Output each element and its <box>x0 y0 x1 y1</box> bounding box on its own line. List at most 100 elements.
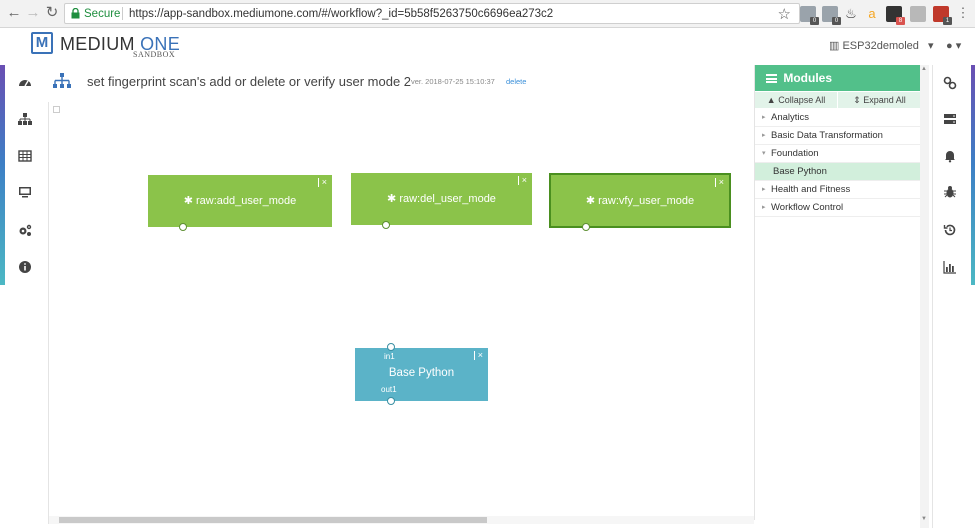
amazon-extension-icon[interactable]: a <box>864 6 880 22</box>
close-icon[interactable]: × <box>473 351 483 360</box>
server-icon[interactable] <box>943 112 957 126</box>
extension-badge: 0 <box>810 17 819 25</box>
output-port[interactable] <box>582 223 590 231</box>
workflow-title[interactable]: set fingerprint scan's add or delete or … <box>87 74 411 89</box>
chevron-right-icon: ▸ <box>762 114 766 121</box>
monitor-icon[interactable] <box>18 185 32 199</box>
node-label: ✱ raw:del_user_mode <box>387 193 496 205</box>
sidebar-accent <box>0 65 5 285</box>
close-icon[interactable]: × <box>517 176 527 185</box>
chevron-right-icon: ▸ <box>762 132 766 139</box>
module-label: Base Python <box>773 166 827 177</box>
modules-header: Modules <box>755 65 921 91</box>
horizontal-scrollbar[interactable] <box>49 516 754 524</box>
workflow-title-bar: set fingerprint scan's add or delete or … <box>48 65 752 101</box>
node-label: Base Python <box>388 367 455 379</box>
extension-icon-5[interactable]: 8 <box>886 6 905 25</box>
module-label: Foundation <box>771 148 819 159</box>
workflow-version: ver. 2018-07-25 15:10:37 <box>411 77 495 86</box>
module-category-foundation[interactable]: ▾ Foundation <box>755 145 921 163</box>
canvas-checkbox[interactable] <box>53 106 60 113</box>
module-base-python[interactable]: Base Python <box>755 163 921 181</box>
bookmark-star-icon[interactable]: ☆ <box>778 5 791 23</box>
browser-menu-icon[interactable]: ⋮ <box>955 5 971 21</box>
workflow-tree-icon[interactable] <box>18 112 32 126</box>
extension-icon-1[interactable]: 0 <box>800 6 819 25</box>
reload-icon[interactable]: ↻ <box>44 5 60 21</box>
browser-toolbar: ← → ↻ Secure https://app-sandbox.mediumo… <box>0 0 975 28</box>
info-icon[interactable] <box>18 260 32 274</box>
user-icon: ● <box>946 40 953 52</box>
output-port[interactable] <box>387 397 395 405</box>
close-icon[interactable]: × <box>714 178 724 187</box>
output-port-label: out1 <box>381 385 397 394</box>
sidebar-accent <box>971 65 975 285</box>
extension-badge: 1 <box>943 17 952 25</box>
extension-icon-6[interactable] <box>910 6 926 22</box>
output-port[interactable] <box>179 223 187 231</box>
building-icon: ▥ <box>829 40 840 52</box>
extension-icon-2[interactable]: 0 <box>822 6 841 25</box>
bug-icon[interactable] <box>943 185 957 199</box>
chevron-down-icon: ▾ <box>762 150 766 157</box>
modules-title: Modules <box>783 71 833 85</box>
scrollbar-thumb[interactable] <box>59 517 487 523</box>
url-separator <box>122 7 123 20</box>
workflow-canvas[interactable]: × ✱ raw:add_user_mode × ✱ raw:del_user_m… <box>48 102 754 524</box>
workflow-icon <box>53 73 71 88</box>
url-text[interactable]: https://app-sandbox.mediumone.com/#/work… <box>129 8 553 20</box>
account-name: ESP32demoled <box>842 40 919 52</box>
input-port-label: in1 <box>384 352 395 361</box>
list-icon <box>766 74 777 83</box>
module-category-workflow-control[interactable]: ▸ Workflow Control <box>755 199 921 217</box>
node-base-python[interactable]: in1 × Base Python out1 <box>355 343 488 405</box>
expand-all-button[interactable]: ⇕ Expand All <box>838 92 921 108</box>
app-header: M MEDIUM ONE SANDBOX ▥ ESP32demoled ▾ ● … <box>0 29 975 64</box>
modules-toolbar: ▲ Collapse All ⇕ Expand All <box>755 92 921 108</box>
bell-icon[interactable] <box>943 149 957 163</box>
module-label: Basic Data Transformation <box>771 130 883 141</box>
logo-icon: M <box>31 32 53 54</box>
chevron-down-icon: ▾ <box>955 40 962 52</box>
settings-gears-icon[interactable] <box>18 223 32 237</box>
extension-badge: 0 <box>832 17 841 25</box>
table-icon[interactable] <box>18 149 32 163</box>
module-category-analytics[interactable]: ▸ Analytics <box>755 109 921 127</box>
back-icon[interactable]: ← <box>6 5 22 21</box>
forward-icon[interactable]: → <box>25 5 41 21</box>
account-selector[interactable]: ▥ ESP32demoled ▾ <box>829 39 934 52</box>
node-label: ✱ raw:add_user_mode <box>183 195 297 207</box>
flame-extension-icon[interactable]: ♨ <box>843 6 859 22</box>
modules-scrollbar[interactable] <box>920 65 929 528</box>
module-category-basic-data-transformation[interactable]: ▸ Basic Data Transformation <box>755 127 921 145</box>
left-sidebar <box>0 65 41 528</box>
lock-icon <box>71 8 80 19</box>
input-port[interactable] <box>387 343 395 351</box>
chevron-right-icon: ▸ <box>762 204 766 211</box>
delete-workflow-link[interactable]: delete <box>506 77 526 86</box>
node-raw-vfy-user-mode[interactable]: × ✱ raw:vfy_user_mode <box>549 173 731 231</box>
address-bar[interactable]: Secure https://app-sandbox.mediumone.com… <box>64 3 800 24</box>
user-menu[interactable]: ● ▾ <box>946 39 961 52</box>
scroll-down-icon[interactable]: ▼ <box>921 516 927 522</box>
node-raw-del-user-mode[interactable]: × ✱ raw:del_user_mode <box>351 173 532 229</box>
dashboard-icon[interactable] <box>18 76 32 90</box>
modules-panel: Modules ▲ Collapse All ⇕ Expand All ▸ An… <box>754 65 921 520</box>
module-label: Analytics <box>771 112 810 123</box>
shield-extension-icon[interactable]: 1 <box>933 6 952 25</box>
logo-medium: MEDIUM <box>60 34 135 54</box>
bar-chart-icon[interactable] <box>943 260 957 274</box>
secure-label: Secure <box>84 8 121 20</box>
chevron-down-icon: ▾ <box>927 40 934 52</box>
collapse-all-button[interactable]: ▲ Collapse All <box>755 92 838 108</box>
node-raw-add-user-mode[interactable]: × ✱ raw:add_user_mode <box>148 175 332 231</box>
link-icon[interactable] <box>943 76 957 90</box>
scroll-up-icon[interactable]: ▲ <box>921 66 927 72</box>
module-category-health-and-fitness[interactable]: ▸ Health and Fitness <box>755 181 921 199</box>
output-port[interactable] <box>382 221 390 229</box>
module-label: Health and Fitness <box>771 184 851 195</box>
chevron-right-icon: ▸ <box>762 186 766 193</box>
node-label: ✱ raw:vfy_user_mode <box>585 195 695 207</box>
history-icon[interactable] <box>943 223 957 237</box>
close-icon[interactable]: × <box>317 178 327 187</box>
